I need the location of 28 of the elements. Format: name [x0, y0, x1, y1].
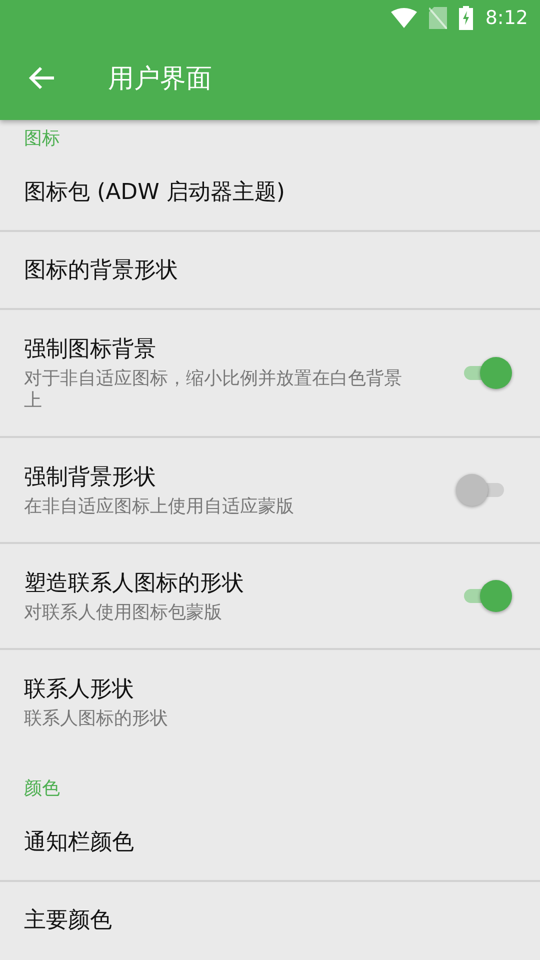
item-title: 通知栏颜色	[24, 829, 134, 857]
no-sim-icon	[429, 7, 448, 29]
settings-item[interactable]: 塑造联系人图标的形状 对联系人使用图标包蒙版	[0, 544, 540, 650]
item-title: 强制背景形状	[24, 464, 156, 492]
section-header: 图标	[23, 127, 61, 151]
item-title: 主要颜色	[24, 907, 112, 935]
item-title: 图标的背景形状	[24, 257, 178, 285]
item-summary: 在非自适应图标上使用自适应蒙版	[24, 496, 294, 518]
settings-item[interactable]: 图标的背景形状	[0, 232, 540, 310]
item-summary: 对联系人使用图标包蒙版	[24, 602, 222, 624]
settings-item[interactable]: 图标包 (ADW 启动器主题)	[0, 154, 540, 232]
settings-item[interactable]: 主要颜色	[0, 882, 540, 960]
section-header: 颜色	[23, 777, 61, 801]
item-title: 联系人形状	[24, 676, 134, 704]
item-title: 塑造联系人图标的形状	[24, 570, 244, 598]
item-summary: 联系人图标的形状	[24, 708, 168, 730]
item-summary: 对于非自适应图标，缩小比例并放置在白色背景上	[24, 368, 403, 412]
item-title: 强制图标背景	[24, 336, 156, 364]
settings-item[interactable]: 强制背景形状 在非自适应图标上使用自适应蒙版	[0, 438, 540, 544]
toolbar-title: 用户界面	[108, 62, 212, 96]
item-title: 图标包 (ADW 启动器主题)	[24, 179, 285, 207]
status-time: 8:12	[485, 7, 528, 29]
back-arrow-icon	[28, 66, 56, 90]
settings-item[interactable]: 强制图标背景 对于非自适应图标，缩小比例并放置在白色背景上	[0, 310, 540, 438]
wifi-icon	[391, 8, 418, 28]
battery-charging-icon	[459, 6, 474, 30]
settings-item[interactable]: 联系人形状 联系人图标的形状	[0, 650, 540, 756]
settings-item[interactable]: 通知栏颜色	[0, 804, 540, 882]
